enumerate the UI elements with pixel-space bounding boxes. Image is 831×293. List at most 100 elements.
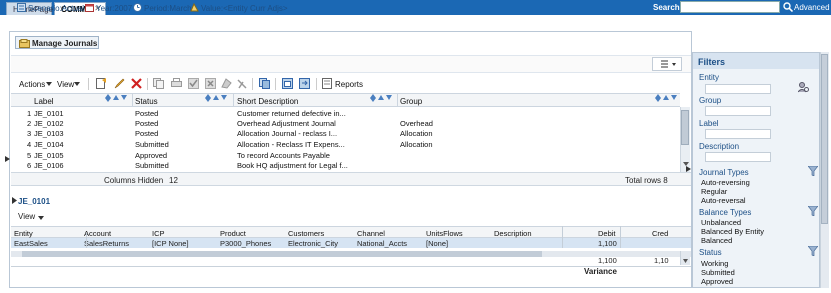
filter-icon[interactable] (808, 206, 818, 216)
row-description: Allocation Journal - reclass I... (237, 129, 338, 138)
expand-icon[interactable] (12, 197, 17, 204)
search-label: Search: (653, 3, 683, 12)
journal-type-option[interactable]: Auto-reversing (701, 178, 750, 187)
sort-icon[interactable] (104, 94, 129, 102)
value-icon (190, 3, 199, 12)
filter-entity-label: Entity (699, 73, 720, 82)
member-selector-icon[interactable] (798, 82, 809, 93)
column-header-short-description[interactable]: Short Description (237, 97, 298, 106)
column-header-channel[interactable]: Channel (357, 229, 385, 238)
reports-button[interactable]: Reports (335, 80, 363, 89)
column-header-debit[interactable]: Debit (598, 229, 616, 238)
description-field[interactable] (705, 152, 771, 162)
sort-icon[interactable] (369, 94, 394, 102)
export-icon[interactable] (299, 78, 310, 89)
table-row[interactable]: 5 JE_0105 Approved To record Accounts Pa… (11, 151, 680, 161)
cell-unitsflows[interactable]: [None] (426, 239, 448, 248)
filter-description-label: Description (699, 142, 740, 151)
cell-icp[interactable]: [ICP None] (152, 239, 189, 248)
unpost-icon[interactable] (237, 78, 248, 89)
reports-icon (322, 78, 333, 89)
balance-type-option[interactable]: Balanced By Entity (701, 227, 764, 236)
column-header-product[interactable]: Product (220, 229, 246, 238)
splitter-handle-icon[interactable] (5, 156, 10, 162)
page-tab-manage-journals[interactable]: Manage Journals (15, 36, 99, 49)
balance-types-label: Balance Types (699, 208, 752, 217)
row-status: Submitted (135, 161, 169, 170)
cell-debit[interactable]: 1,100 (598, 239, 617, 248)
scrollbar-thumb[interactable] (681, 110, 689, 145)
detail-view-menu[interactable]: View (18, 212, 35, 221)
entity-field[interactable] (705, 84, 771, 94)
view-menu[interactable]: View (57, 80, 74, 89)
column-header-label[interactable]: Label (34, 97, 54, 106)
row-description: Allocation - Reclass IT Expens... (237, 140, 345, 149)
copy-icon[interactable] (153, 78, 164, 89)
balance-type-option[interactable]: Balanced (701, 236, 732, 245)
group-field[interactable] (705, 106, 771, 116)
column-divider (132, 93, 133, 107)
column-header-customers[interactable]: Customers (288, 229, 324, 238)
actions-menu[interactable]: Actions (19, 80, 45, 89)
table-row[interactable]: 2 JE_0102 Posted Overhead Adjustment Jou… (11, 119, 680, 129)
column-header-entity[interactable]: Entity (14, 229, 33, 238)
cell-product[interactable]: P3000_Phones (220, 239, 271, 248)
column-header-unitsflows[interactable]: UnitsFlows (426, 229, 463, 238)
detail-grid-header (11, 226, 691, 238)
pov-value[interactable]: Value:<Entity Curr Adjs> (201, 4, 288, 13)
columns-hidden-count: 12 (169, 176, 178, 185)
scrollbar-thumb[interactable] (22, 251, 542, 257)
pov-scenario[interactable]: Scenario:Actual (28, 4, 84, 13)
reject-icon[interactable] (205, 78, 216, 89)
label-field[interactable] (705, 129, 771, 139)
journal-type-option[interactable]: Auto-reversal (701, 196, 746, 205)
status-option[interactable]: Approved (701, 277, 733, 286)
row-label: JE_0104 (34, 140, 64, 149)
new-journal-icon[interactable] (96, 78, 107, 89)
filters-title: Filters (693, 53, 819, 69)
column-header-account[interactable]: Account (84, 229, 111, 238)
cell-entity[interactable]: EastSales (14, 239, 48, 248)
cell-channel[interactable]: National_Accts (357, 239, 407, 248)
pov-year[interactable]: Year:2007 (96, 4, 132, 13)
row-description: Overhead Adjustment Journal (237, 119, 336, 128)
column-header-description[interactable]: Description (494, 229, 532, 238)
search-icon[interactable] (783, 2, 793, 12)
journal-type-option[interactable]: Regular (701, 187, 727, 196)
row-label: JE_0103 (34, 129, 64, 138)
row-group: Allocation (400, 129, 433, 138)
filter-icon[interactable] (808, 246, 818, 256)
row-label: JE_0105 (34, 151, 64, 160)
import-icon[interactable] (282, 78, 293, 89)
sort-icon[interactable] (654, 94, 679, 102)
post-icon[interactable] (221, 78, 232, 89)
print-icon[interactable] (171, 78, 182, 89)
table-row[interactable]: 6 JE_0106 Submitted Book HQ adjustment f… (11, 161, 680, 171)
table-row[interactable]: 4 JE_0104 Submitted Allocation - Reclass… (11, 140, 680, 150)
table-row[interactable]: 3 JE_0103 Posted Allocation Journal - re… (11, 129, 680, 139)
filter-icon[interactable] (808, 166, 818, 176)
column-header-credit[interactable]: Cred (652, 229, 668, 238)
pov-period[interactable]: Period:March (144, 4, 192, 13)
clock-icon (133, 3, 142, 12)
row-label: JE_0101 (34, 109, 64, 118)
sort-icon[interactable] (204, 94, 229, 102)
table-row[interactable]: 1 JE_0101 Posted Customer returned defec… (11, 109, 680, 119)
status-option[interactable]: Submitted (701, 268, 735, 277)
cell-account[interactable]: SalesReturns (84, 239, 129, 248)
edit-icon[interactable] (114, 78, 125, 89)
column-header-status[interactable]: Status (135, 97, 158, 106)
column-header-group[interactable]: Group (400, 97, 422, 106)
approve-icon[interactable] (188, 78, 199, 89)
column-header-icp[interactable]: ICP (152, 229, 165, 238)
balance-type-option[interactable]: Unbalanced (701, 218, 741, 227)
search-input[interactable] (680, 1, 780, 13)
status-option[interactable]: Working (701, 259, 728, 268)
advanced-search-link[interactable]: Advanced (794, 3, 830, 12)
delete-icon[interactable] (131, 78, 142, 89)
scrollbar-thumb[interactable] (821, 54, 828, 224)
scroll-down-icon[interactable] (683, 259, 688, 263)
list-menu-button[interactable] (652, 57, 682, 71)
attach-icon[interactable] (259, 78, 270, 89)
cell-customers[interactable]: Electronic_City (288, 239, 338, 248)
